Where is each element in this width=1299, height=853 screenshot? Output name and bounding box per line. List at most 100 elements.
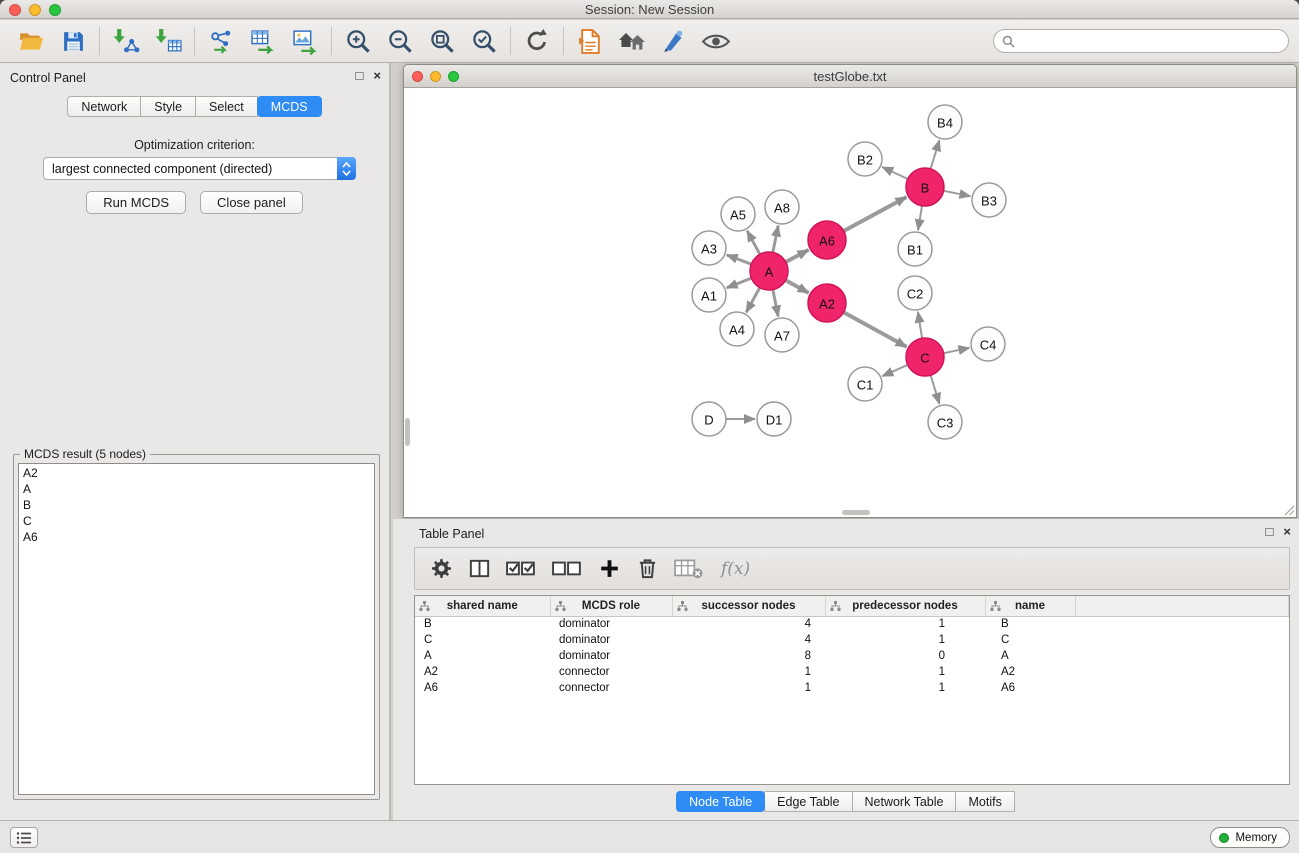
graph-edge-C-C1[interactable] <box>882 365 907 376</box>
apply-style-button[interactable] <box>657 24 691 58</box>
apply-layout-button[interactable] <box>520 24 554 58</box>
table-cell[interactable]: 1 <box>825 616 985 632</box>
maximize-window-button[interactable] <box>49 4 61 16</box>
graph-node-A1[interactable]: A1 <box>692 278 726 312</box>
network-minimize-button[interactable] <box>430 71 441 82</box>
graph-edge-A-A1[interactable] <box>727 278 752 288</box>
import-network-button[interactable] <box>109 24 143 58</box>
graph-node-A[interactable]: A <box>750 252 788 290</box>
table-cell[interactable]: B <box>985 616 1075 632</box>
graph-node-A6[interactable]: A6 <box>808 221 846 259</box>
network-maximize-button[interactable] <box>448 71 459 82</box>
graph-edge-B-B4[interactable] <box>931 140 940 169</box>
table-cell[interactable]: B <box>415 616 550 632</box>
graph-edge-B-B2[interactable] <box>882 167 908 179</box>
table-cell[interactable]: connector <box>550 664 672 680</box>
close-panel-button[interactable]: Close panel <box>200 191 303 214</box>
graph-node-D[interactable]: D <box>692 402 726 436</box>
table-cell[interactable]: 8 <box>672 648 825 664</box>
graph-node-C1[interactable]: C1 <box>848 367 882 401</box>
tab-network[interactable]: Network <box>67 96 141 117</box>
mcds-result-item[interactable]: A6 <box>23 529 370 545</box>
tab-motifs[interactable]: Motifs <box>955 791 1014 812</box>
tab-edge-table[interactable]: Edge Table <box>764 791 852 812</box>
table-cell[interactable]: A2 <box>415 664 550 680</box>
graph-node-A5[interactable]: A5 <box>721 197 755 231</box>
search-input[interactable] <box>1015 34 1288 48</box>
canvas-horizontal-scrollbar[interactable] <box>842 510 870 515</box>
table-cell[interactable]: 1 <box>672 664 825 680</box>
graph-edge-A-A6[interactable] <box>786 250 809 262</box>
graph-edge-A-A8[interactable] <box>773 226 778 253</box>
show-hide-details-button[interactable] <box>699 24 733 58</box>
close-panel-icon[interactable]: × <box>373 69 381 83</box>
table-cell[interactable]: A2 <box>985 664 1075 680</box>
table-settings-button[interactable] <box>425 553 457 585</box>
graph-edge-A2-C[interactable] <box>844 312 907 347</box>
graph-edge-A-A5[interactable] <box>747 231 760 255</box>
table-cell[interactable]: A6 <box>985 680 1075 696</box>
graph-node-A8[interactable]: A8 <box>765 190 799 224</box>
mcds-result-item[interactable]: B <box>23 497 370 513</box>
table-row[interactable]: Cdominator41C <box>415 632 1289 648</box>
run-mcds-button[interactable]: Run MCDS <box>86 191 186 214</box>
float-panel-icon[interactable]: □ <box>356 69 364 83</box>
graph-edge-B-B1[interactable] <box>918 206 922 230</box>
zoom-fit-button[interactable] <box>425 24 459 58</box>
table-cell[interactable]: C <box>985 632 1075 648</box>
graph-edge-A-A7[interactable] <box>773 290 778 317</box>
graph-node-C[interactable]: C <box>906 338 944 376</box>
table-cell[interactable]: A <box>415 648 550 664</box>
open-session-button[interactable] <box>14 24 48 58</box>
tab-style[interactable]: Style <box>140 96 196 117</box>
graph-edge-A-A2[interactable] <box>786 280 809 293</box>
table-cell[interactable]: A6 <box>415 680 550 696</box>
tab-select[interactable]: Select <box>195 96 258 117</box>
table-cell[interactable]: A <box>985 648 1075 664</box>
memory-button[interactable]: Memory <box>1210 827 1290 848</box>
table-cell[interactable]: 1 <box>825 632 985 648</box>
column-header-successor-nodes[interactable]: successor nodes <box>672 596 825 616</box>
table-cell[interactable]: 4 <box>672 616 825 632</box>
graph-node-B2[interactable]: B2 <box>848 142 882 176</box>
graph-edge-A-A4[interactable] <box>746 288 760 313</box>
column-header-mcds-role[interactable]: MCDS role <box>550 596 672 616</box>
close-panel-icon[interactable]: × <box>1283 525 1291 539</box>
search-field[interactable] <box>993 29 1289 53</box>
mcds-result-item[interactable]: C <box>23 513 370 529</box>
graph-node-C2[interactable]: C2 <box>898 276 932 310</box>
first-neighbors-button[interactable] <box>615 24 649 58</box>
table-row[interactable]: Bdominator41B <box>415 616 1289 632</box>
select-stepper[interactable] <box>337 157 356 180</box>
delete-column-button[interactable] <box>631 553 663 585</box>
table-cell[interactable]: dominator <box>550 648 672 664</box>
table-cell[interactable]: 1 <box>825 680 985 696</box>
graph-edge-C-C4[interactable] <box>944 348 970 353</box>
mcds-result-item[interactable]: A <box>23 481 370 497</box>
graph-edge-C-C2[interactable] <box>918 312 922 338</box>
graph-node-A7[interactable]: A7 <box>765 318 799 352</box>
table-cell[interactable]: 0 <box>825 648 985 664</box>
table-cell[interactable]: dominator <box>550 632 672 648</box>
function-builder-button[interactable]: f(x) <box>721 559 750 579</box>
network-close-button[interactable] <box>412 71 423 82</box>
save-session-button[interactable] <box>56 24 90 58</box>
network-canvas[interactable]: B4B2BB3A8A5A6A3B1AC2A1A2A4A7C4CC1DD1C3 <box>404 88 1296 517</box>
float-panel-icon[interactable]: □ <box>1266 525 1274 539</box>
table-cell[interactable]: 1 <box>672 680 825 696</box>
graph-node-B1[interactable]: B1 <box>898 232 932 266</box>
mcds-result-item[interactable]: A2 <box>23 465 370 481</box>
graph-node-C4[interactable]: C4 <box>971 327 1005 361</box>
graph-node-B3[interactable]: B3 <box>972 183 1006 217</box>
import-table-button[interactable] <box>151 24 185 58</box>
graph-node-A4[interactable]: A4 <box>720 312 754 346</box>
resize-grip-icon[interactable] <box>1282 503 1295 516</box>
column-header-shared-name[interactable]: shared name <box>415 596 550 616</box>
close-window-button[interactable] <box>9 4 21 16</box>
export-network-button[interactable] <box>204 24 238 58</box>
optimization-criterion-select[interactable]: largest connected component (directed) <box>43 157 356 180</box>
deselect-all-button[interactable] <box>547 553 587 585</box>
add-column-button[interactable] <box>593 553 625 585</box>
table-cell[interactable]: 4 <box>672 632 825 648</box>
delete-table-button[interactable] <box>669 553 709 585</box>
